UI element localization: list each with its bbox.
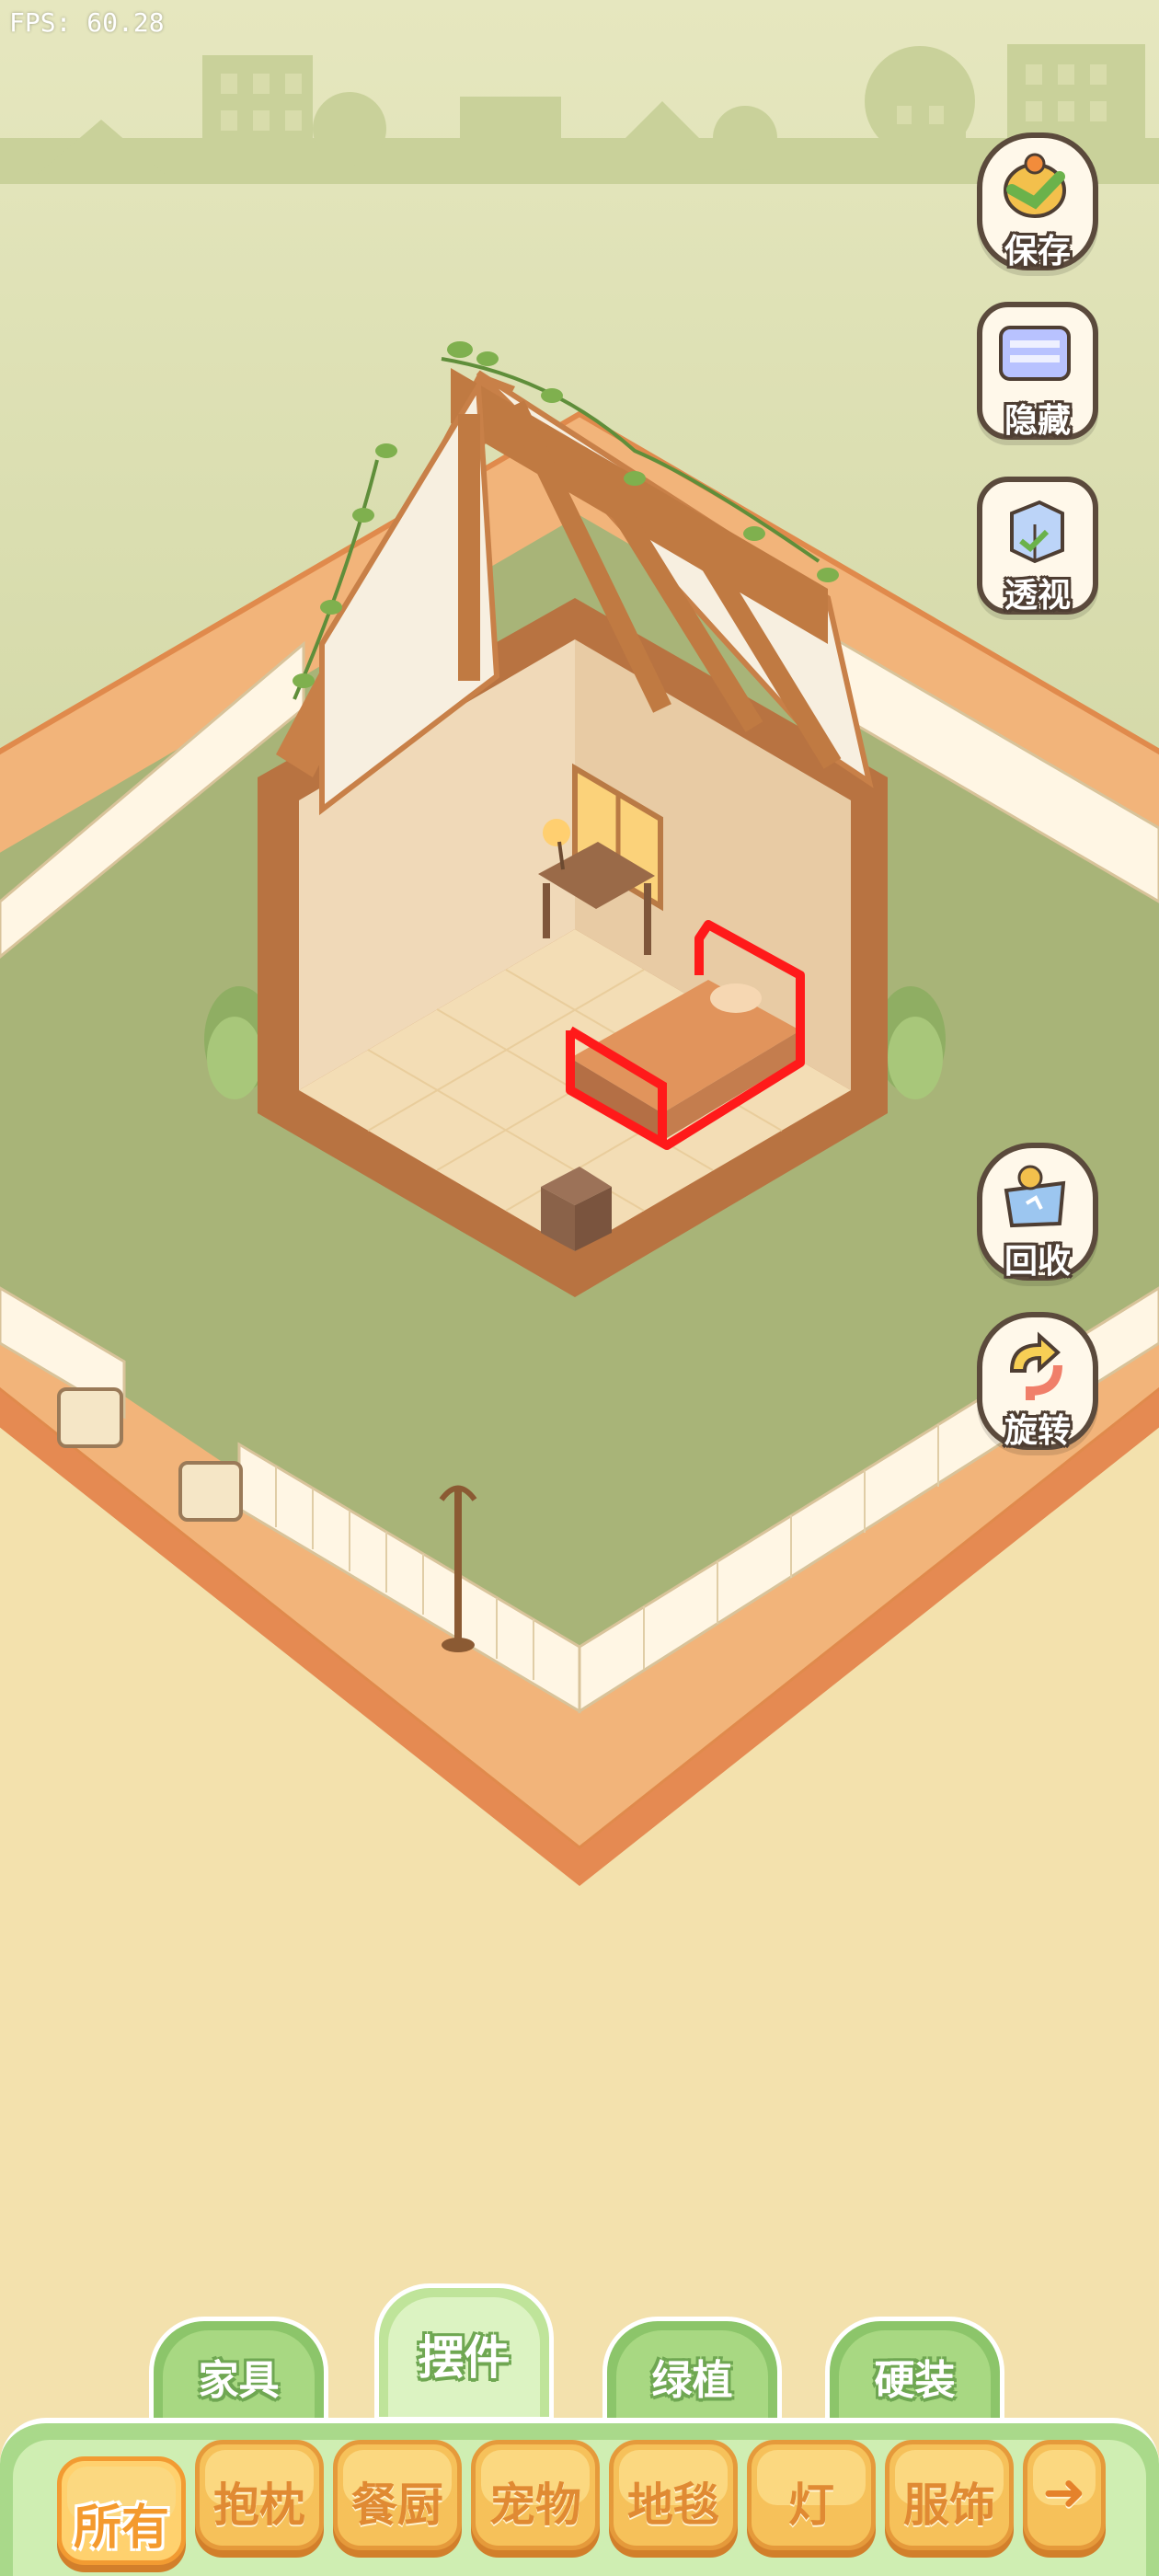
subtab-rugs-label: 地毯 (627, 2478, 719, 2532)
subtab-kitchen[interactable]: 餐厨 (333, 2440, 462, 2550)
subtab-pillows-label: 抱枕 (213, 2478, 305, 2532)
save-button[interactable]: 保存 (973, 132, 1102, 280)
subtab-all-label: 所有 (73, 2501, 169, 2556)
recycle-bin-icon (1004, 1165, 1066, 1228)
perspective-label: 透视 (1004, 577, 1071, 615)
garden-sign-left (57, 1387, 123, 1448)
tab-ornaments-label: 摆件 (418, 2331, 511, 2385)
recycle-label: 回收 (1004, 1243, 1071, 1281)
tab-hardware-label: 硬装 (874, 2357, 956, 2404)
hide-frame-icon (999, 326, 1071, 381)
subtab-clothing-label: 服饰 (903, 2478, 995, 2532)
recycle-button[interactable]: 回收 (973, 1143, 1102, 1290)
fps-counter: FPS: 60.28 (9, 7, 165, 38)
chick-save-icon (1004, 153, 1066, 218)
hide-label: 隐藏 (1004, 402, 1071, 440)
tab-plants[interactable]: 绿植 (602, 2317, 782, 2427)
rotate-label: 旋转 (1004, 1412, 1071, 1450)
save-label: 保存 (1004, 233, 1071, 270)
tab-hardware[interactable]: 硬装 (825, 2317, 1004, 2427)
subtab-pets[interactable]: 宠物 (471, 2440, 600, 2550)
tab-ornaments[interactable]: 摆件 (374, 2283, 554, 2421)
subtab-pets-label: 宠物 (489, 2478, 581, 2532)
subtab-lights[interactable]: 灯 (747, 2440, 876, 2550)
tab-furniture[interactable]: 家具 (149, 2317, 328, 2427)
arrow-right-icon: ➜ (1042, 2463, 1086, 2523)
rotate-button[interactable]: 旋转 (973, 1312, 1102, 1459)
subtab-rugs[interactable]: 地毯 (609, 2440, 738, 2550)
garden-sign-right (178, 1461, 243, 1522)
rotate-arrows-icon (1009, 1331, 1062, 1400)
subtab-pillows[interactable]: 抱枕 (195, 2440, 324, 2550)
glass-cube-icon (1010, 500, 1064, 564)
subtab-all[interactable]: 所有 (57, 2456, 186, 2565)
subtab-lights-label: 灯 (788, 2478, 834, 2532)
subtab-kitchen-label: 餐厨 (351, 2478, 443, 2532)
next-page-button[interactable]: ➜ (1023, 2440, 1106, 2550)
tab-plants-label: 绿植 (651, 2357, 733, 2404)
tab-furniture-label: 家具 (198, 2357, 280, 2404)
subtab-clothing[interactable]: 服饰 (885, 2440, 1014, 2550)
hide-button[interactable]: 隐藏 (973, 302, 1102, 449)
perspective-button[interactable]: 透视 (973, 477, 1102, 624)
